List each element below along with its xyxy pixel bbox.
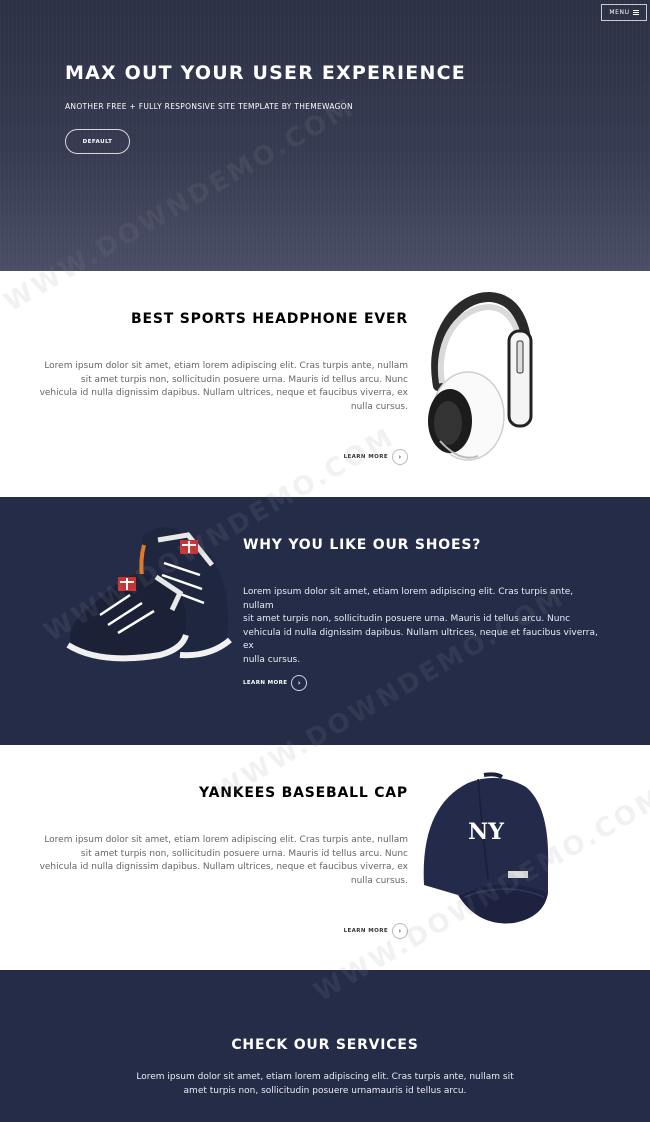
- cap-image: NY: [423, 772, 549, 924]
- headphone-section: BEST SPORTS HEADPHONE EVER Lorem ipsum d…: [0, 271, 650, 497]
- hero-banner: MENU MAX OUT YOUR USER EXPERIENCE ANOTHE…: [0, 0, 650, 271]
- body-line: nulla cursus.: [243, 654, 301, 665]
- hero-title: MAX OUT YOUR USER EXPERIENCE: [65, 62, 466, 84]
- body-line: Lorem ipsum dolor sit amet, etiam lorem …: [243, 587, 574, 611]
- menu-label: MENU: [609, 9, 630, 16]
- services-body: Lorem ipsum dolor sit amet, etiam lorem …: [115, 1071, 535, 1098]
- section-title: YANKEES BASEBALL CAP: [198, 785, 408, 801]
- services-title: CHECK OUR SERVICES: [231, 1037, 419, 1053]
- hero-subtitle: ANOTHER FREE + FULLY RESPONSIVE SITE TEM…: [65, 102, 353, 111]
- hamburger-icon: [632, 10, 639, 15]
- body-line: sit amet turpis non, sollicitudin posuer…: [243, 614, 571, 625]
- headphone-image: [428, 291, 533, 461]
- chevron-right-icon: ›: [392, 923, 408, 939]
- body-line: vehicula id nulla dignissim dapibus. Nul…: [243, 627, 598, 652]
- learn-more-link[interactable]: LEARN MORE ›: [344, 923, 408, 939]
- body-line: sit amet turpis non, sollicitudin posuer…: [80, 374, 408, 385]
- learn-more-label: LEARN MORE: [243, 680, 288, 686]
- learn-more-link[interactable]: LEARN MORE ›: [344, 449, 408, 465]
- cap-section: YANKEES BASEBALL CAP Lorem ipsum dolor s…: [0, 745, 650, 970]
- section-title: BEST SPORTS HEADPHONE EVER: [131, 311, 408, 327]
- section-title: WHY YOU LIKE OUR SHOES?: [243, 537, 482, 553]
- body-line: amet turpis non, sollicitudin posuere ur…: [183, 1085, 467, 1096]
- body-line: Lorem ipsum dolor sit amet, etiam lorem …: [44, 361, 408, 371]
- body-line: Lorem ipsum dolor sit amet, etiam lorem …: [44, 835, 408, 845]
- section-body: Lorem ipsum dolor sit amet, etiam lorem …: [243, 586, 603, 668]
- learn-more-label: LEARN MORE: [343, 454, 388, 460]
- section-body: Lorem ipsum dolor sit amet, etiam lorem …: [28, 360, 408, 414]
- menu-button[interactable]: MENU: [601, 4, 647, 21]
- chevron-right-icon: ›: [392, 449, 408, 465]
- body-line: Lorem ipsum dolor sit amet, etiam lorem …: [136, 1072, 514, 1082]
- chevron-right-icon: ›: [291, 675, 308, 691]
- body-line: vehicula id nulla dignissim dapibus. Nul…: [39, 862, 408, 873]
- body-line: sit amet turpis non, sollicitudin posuer…: [80, 848, 408, 859]
- section-body: Lorem ipsum dolor sit amet, etiam lorem …: [28, 834, 408, 888]
- shoes-section: WHY YOU LIKE OUR SHOES? Lorem ipsum dolo…: [0, 497, 650, 745]
- shoes-image: [66, 527, 232, 662]
- learn-more-link[interactable]: LEARN MORE ›: [243, 675, 308, 691]
- services-section: CHECK OUR SERVICES Lorem ipsum dolor sit…: [0, 970, 650, 1122]
- default-button[interactable]: DEFAULT: [65, 129, 130, 154]
- svg-text:NY: NY: [468, 819, 504, 845]
- learn-more-label: LEARN MORE: [343, 928, 388, 934]
- body-line: nulla cursus.: [350, 401, 408, 412]
- body-line: vehicula id nulla dignissim dapibus. Nul…: [39, 388, 408, 399]
- body-line: nulla cursus.: [350, 875, 408, 886]
